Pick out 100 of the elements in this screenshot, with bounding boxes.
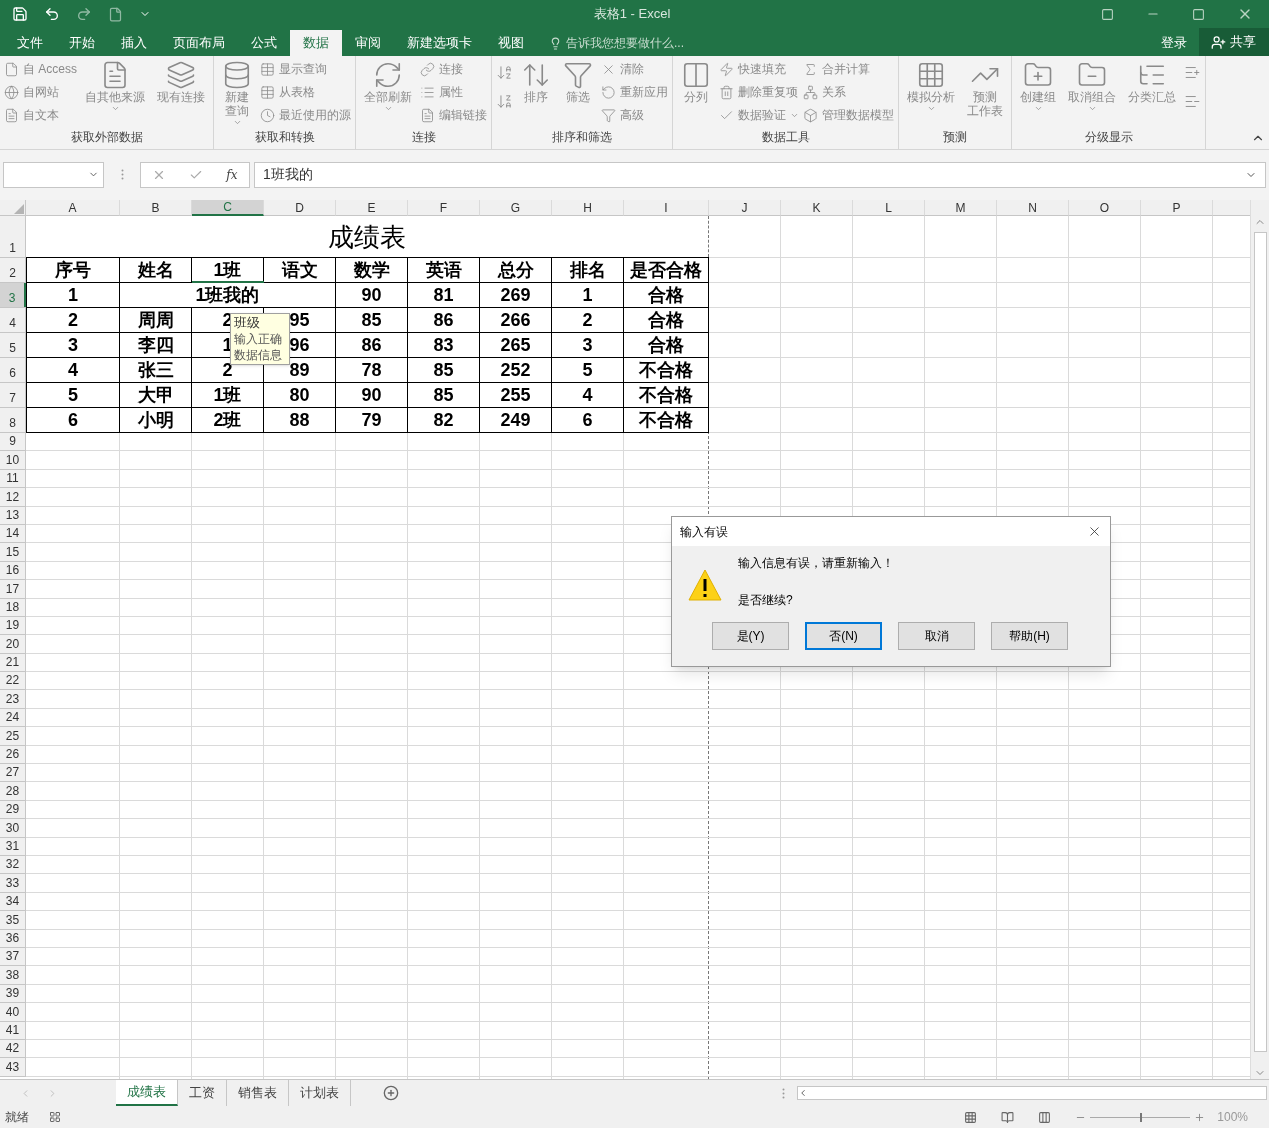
table-cell: 6 [26,408,120,432]
sign-in-link[interactable]: 登录 [1149,30,1199,56]
zoom-slider-thumb[interactable] [1140,1112,1143,1122]
columns-icon [681,60,711,90]
sheet-tab[interactable]: 成绩表 [116,1080,178,1106]
row-header[interactable]: 8 [0,408,26,432]
caret-icon [383,104,393,113]
insert-function-button[interactable]: fx [226,165,238,184]
list-plus-icon [1184,64,1201,81]
column-header[interactable]: L [853,200,925,216]
list-icon [420,84,435,100]
row-header[interactable]: 12 [0,488,26,506]
tell-me-field[interactable]: 告诉我您想要做什么... [549,30,684,56]
column-header[interactable]: N [997,200,1069,216]
ribbon-tab[interactable]: 文件 [4,30,56,56]
dialog-button[interactable]: 否(N) [805,622,882,650]
row-header[interactable]: 30 [0,819,26,837]
row-header[interactable]: 28 [0,782,26,800]
row-header[interactable]: 33 [0,874,26,892]
filter-icon [601,107,616,123]
save-icon[interactable] [12,6,28,22]
tooltip-title: 班级 [234,315,261,331]
table-cell: 3 [26,333,120,357]
zoom-slider-track[interactable] [1090,1112,1191,1122]
page-layout-icon[interactable] [1001,1110,1015,1124]
window-title: 表格1 - Excel [593,6,671,22]
column-header[interactable]: C [192,200,264,216]
column-header[interactable]: O [1069,200,1141,216]
ribbon-tab[interactable]: 插入 [108,30,160,56]
ribbon-tab[interactable]: 公式 [238,30,290,56]
row-header[interactable]: 2 [0,258,26,282]
ribbon-tab[interactable]: 视图 [485,30,537,56]
row-header[interactable]: 17 [0,580,26,598]
row-header[interactable]: 9 [0,433,26,451]
row-header[interactable]: 3 [0,283,26,307]
dialog-question: 是否继续? [738,592,794,609]
dialog-button[interactable]: 取消 [898,622,975,650]
user-plus-icon [1211,34,1226,50]
ribbon-tab[interactable]: 新建选项卡 [394,30,485,56]
row-header[interactable]: 38 [0,966,26,984]
ribbon-tab[interactable]: 数据 [290,30,342,56]
normal-view-icon[interactable] [964,1110,978,1124]
row-header[interactable]: 1 [0,216,26,257]
row-header[interactable]: 10 [0,451,26,469]
globe-icon [4,84,19,100]
link-icon [420,61,435,77]
row-header[interactable]: 15 [0,543,26,561]
ribbon-display-icon[interactable] [1101,7,1114,21]
select-all-icon[interactable] [14,204,24,214]
splitter-icon[interactable] [120,169,124,180]
column-header[interactable]: K [781,200,853,216]
row-header[interactable]: 7 [0,383,26,407]
splitter-icon[interactable] [782,1087,785,1099]
column-heading: 序号 [26,258,120,282]
table-cell: 2 [26,308,120,332]
grid-icon [916,60,946,90]
row-header[interactable]: 6 [0,358,26,382]
dialog-button[interactable]: 帮助(H) [991,622,1068,650]
page-break-icon[interactable] [1038,1110,1052,1124]
macro-record-icon[interactable] [49,1111,61,1123]
group-label: 分级显示 [1083,129,1134,146]
zoom-in-icon[interactable] [1194,1111,1206,1123]
row-header[interactable]: 40 [0,1003,26,1021]
row-header[interactable]: 43 [0,1058,26,1076]
row-header[interactable]: 20 [0,635,26,653]
name-box[interactable] [3,161,104,188]
ribbon-tab[interactable]: 审阅 [342,30,394,56]
maximize-icon[interactable] [1192,7,1205,21]
active-cell-border [192,281,264,283]
status-text: 就绪 [5,1109,29,1126]
dialog-button[interactable]: 是(Y) [712,622,789,650]
icon-button[interactable] [496,64,513,81]
row-header[interactable]: 5 [0,333,26,357]
close-icon[interactable] [1087,524,1102,539]
row-header[interactable]: 27 [0,764,26,782]
column-header[interactable]: M [925,200,997,216]
icon-button[interactable] [1184,64,1201,81]
column-header[interactable]: P [1141,200,1213,216]
column-header[interactable]: J [709,200,781,216]
horizontal-scrollbar[interactable] [797,1086,1267,1100]
scrollbar-thumb[interactable] [1253,232,1267,1052]
scroll-left-icon[interactable] [798,1088,808,1098]
row-header[interactable]: 4 [0,308,26,332]
add-sheet-icon[interactable] [383,1085,399,1101]
lightbulb-icon [549,36,562,50]
row-header[interactable]: 25 [0,727,26,745]
group-label: 连接 [410,129,437,146]
undo-icon[interactable] [44,6,60,22]
group-label: 数据工具 [760,129,811,146]
ribbon-tab[interactable]: 页面布局 [160,30,238,56]
share-button[interactable]: 共享 [1199,28,1269,56]
formula-field[interactable]: 1班我的 [254,161,1266,188]
row-header[interactable]: 22 [0,672,26,690]
icon-button[interactable] [496,93,513,110]
row-header[interactable]: 23 [0,690,26,708]
icon-button[interactable] [1184,93,1201,110]
row-header[interactable]: 35 [0,911,26,929]
caret-icon [1087,104,1097,113]
database-icon [222,60,252,90]
ribbon-tab[interactable]: 开始 [56,30,108,56]
